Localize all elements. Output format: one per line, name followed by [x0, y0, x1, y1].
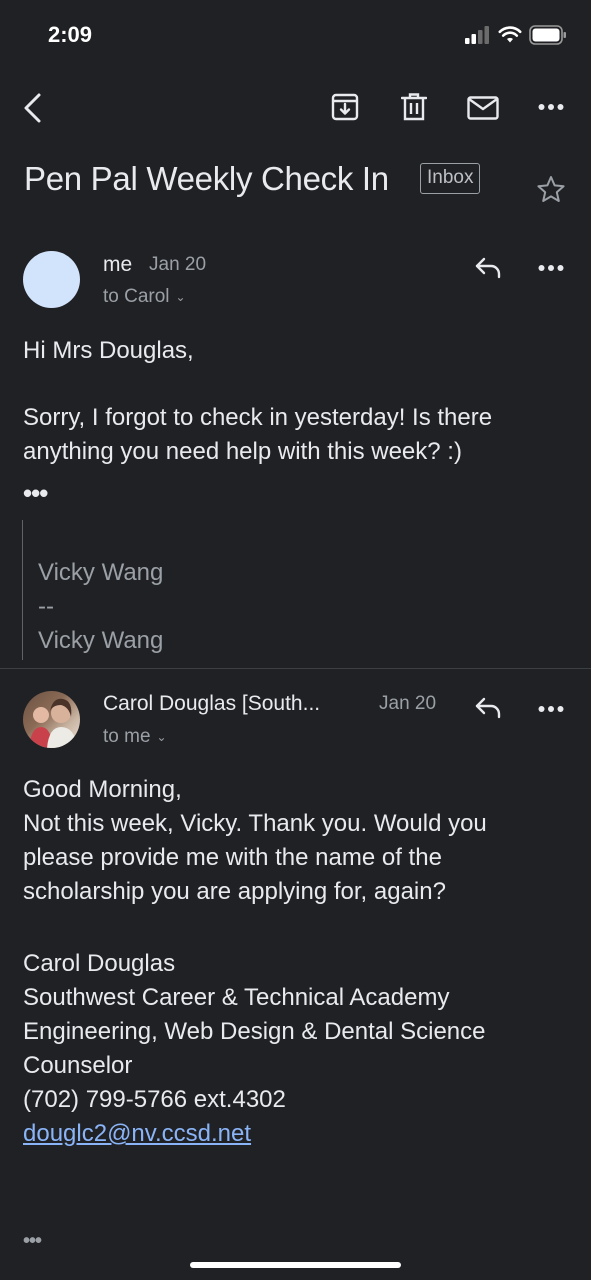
message-body-line: scholarship you are applying for, again?: [23, 878, 446, 905]
home-indicator[interactable]: [190, 1262, 401, 1268]
reply-icon: [474, 696, 502, 720]
delete-button[interactable]: [401, 92, 427, 122]
show-trimmed-content-button[interactable]: •••: [23, 478, 48, 509]
mark-unread-button[interactable]: [467, 96, 499, 120]
more-dots-icon: [538, 704, 564, 714]
more-dots-icon: [538, 263, 564, 273]
cellular-signal-icon: [465, 26, 493, 49]
signature-line: Southwest Career & Technical Academy: [23, 984, 450, 1011]
message-body-line: please provide me with the name of the: [23, 844, 442, 871]
avatar[interactable]: [23, 691, 80, 748]
quoted-text: Vicky Wang: [38, 627, 164, 654]
message-body-line: anything you need help with this week? :…: [23, 438, 462, 465]
thread-subject: Pen Pal Weekly Check In: [24, 160, 389, 197]
more-dots-icon: [538, 102, 564, 112]
recipient-label: to Carol: [103, 286, 170, 307]
recipient-details[interactable]: to me ⌄: [103, 726, 167, 748]
message-more-button[interactable]: [538, 263, 564, 273]
message-body-line: Sorry, I forgot to check in yesterday! I…: [23, 404, 493, 431]
message-date: Jan 20: [149, 254, 207, 275]
signature-line: Engineering, Web Design & Dental Science: [23, 1018, 486, 1045]
sender-name: me: [103, 253, 133, 276]
signature-line: Counselor: [23, 1052, 133, 1079]
message-body-line: Not this week, Vicky. Thank you. Would y…: [23, 810, 487, 837]
battery-icon: [529, 25, 567, 50]
status-time: 2:09: [48, 22, 93, 47]
message-body-line: Good Morning,: [23, 776, 182, 803]
star-icon: [536, 175, 566, 203]
email-link[interactable]: douglc2@nv.ccsd.net: [23, 1117, 251, 1151]
toolbar-more-button[interactable]: [538, 102, 564, 112]
show-trimmed-content-button[interactable]: •••: [23, 1230, 42, 1253]
reply-icon: [474, 256, 502, 280]
quote-bar: [22, 520, 23, 660]
signature-line: Carol Douglas: [23, 950, 176, 977]
back-button[interactable]: [20, 92, 44, 124]
star-button[interactable]: [536, 175, 566, 203]
trash-icon: [401, 92, 427, 122]
wifi-icon: [498, 25, 522, 49]
mail-icon: [467, 96, 499, 120]
quoted-text: --: [38, 593, 54, 620]
archive-icon: [331, 93, 359, 121]
back-arrow-icon: [20, 92, 44, 124]
chevron-down-icon: ⌄: [156, 730, 167, 744]
message-date: Jan 20: [379, 693, 437, 714]
reply-button[interactable]: [474, 696, 502, 720]
signature-line: (702) 799-5766 ext.4302: [23, 1086, 286, 1113]
avatar[interactable]: [23, 251, 80, 308]
archive-button[interactable]: [331, 93, 359, 121]
recipient-label: to me: [103, 726, 151, 747]
reply-button[interactable]: [474, 256, 502, 280]
sender-name: Carol Douglas [South...: [103, 692, 321, 715]
chevron-down-icon: ⌄: [175, 290, 186, 304]
message-more-button[interactable]: [538, 704, 564, 714]
inbox-label[interactable]: Inbox: [420, 163, 481, 194]
quoted-text: Vicky Wang: [38, 559, 164, 586]
message-divider: [0, 668, 591, 669]
message-greeting: Hi Mrs Douglas,: [23, 337, 194, 364]
recipient-details[interactable]: to Carol ⌄: [103, 286, 186, 308]
